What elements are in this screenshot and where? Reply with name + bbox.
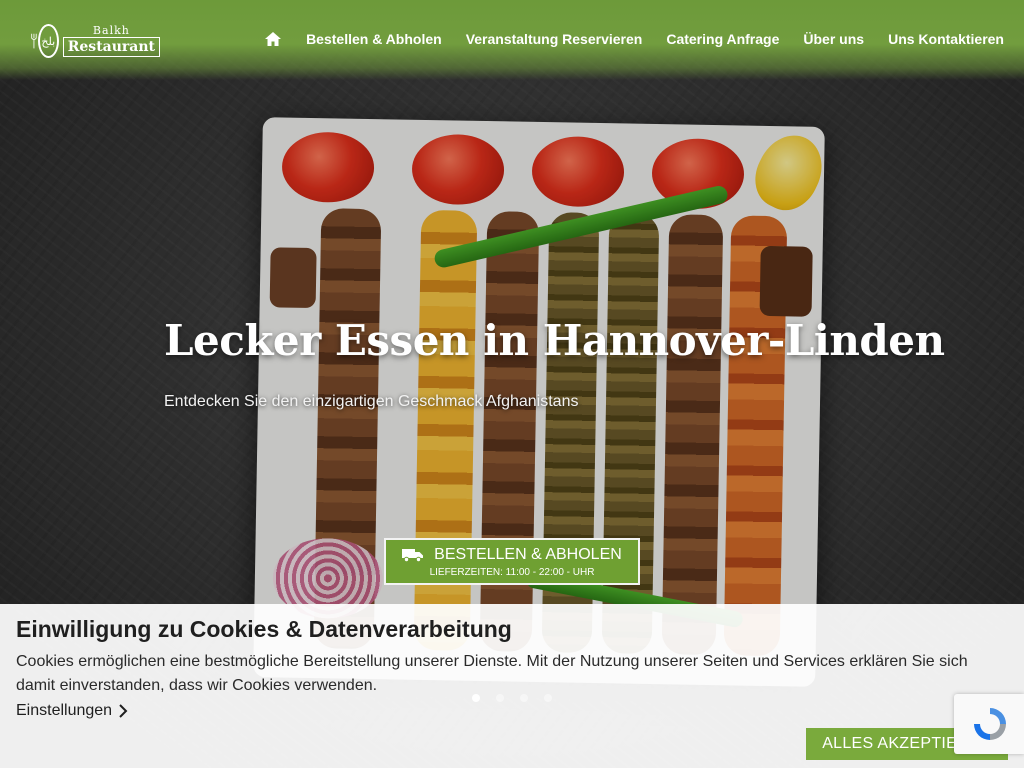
cookie-banner: Einwilligung zu Cookies & Datenverarbeit… [0,604,1024,768]
cookie-settings-label: Einstellungen [16,702,113,719]
hero-title: Lecker Essen in Hannover-Linden [164,316,945,365]
cookie-text: Cookies ermöglichen eine bestmögliche Be… [16,653,968,694]
home-icon [265,32,282,46]
recaptcha-badge[interactable] [954,694,1024,754]
cookie-settings-link[interactable]: Einstellungen [16,702,128,720]
fork-icon [31,33,37,49]
cta-sublabel: LIEFERZEITEN: 11:00 - 22:00 - UHR [429,566,595,578]
order-pickup-button[interactable]: BESTELLEN & ABHOLEN LIEFERZEITEN: 11:00 … [384,538,640,585]
nav-item-veranstaltung[interactable]: Veranstaltung Reservieren [466,31,643,47]
cta-label: BESTELLEN & ABHOLEN [434,545,622,563]
nav-item-ueber-uns[interactable]: Über uns [803,31,864,47]
logo-text: Balkh Restaurant [62,24,160,57]
logo-emblem: بلخ [37,24,59,58]
chevron-right-icon [119,704,128,718]
hero-subtitle: Entdecken Sie den einzigartigen Geschmac… [164,393,579,410]
truck-icon [402,548,424,562]
logo-top-text: Balkh [92,24,130,37]
logo-main-text: Restaurant [62,37,160,57]
nav-home-link[interactable] [264,30,282,48]
main-nav: Bestellen & Abholen Veranstaltung Reserv… [264,30,1004,48]
nav-item-catering[interactable]: Catering Anfrage [666,31,779,47]
nav-item-kontakt[interactable]: Uns Kontaktieren [888,31,1004,47]
cta-main-line: BESTELLEN & ABHOLEN [402,546,622,564]
cookie-title: Einwilligung zu Cookies & Datenverarbeit… [16,616,512,642]
nav-item-bestellen[interactable]: Bestellen & Abholen [306,31,442,47]
site-logo[interactable]: بلخ Balkh Restaurant [30,22,160,60]
recaptcha-icon [974,708,1006,740]
site-header: بلخ Balkh Restaurant Bestellen & Abholen… [0,0,1024,80]
